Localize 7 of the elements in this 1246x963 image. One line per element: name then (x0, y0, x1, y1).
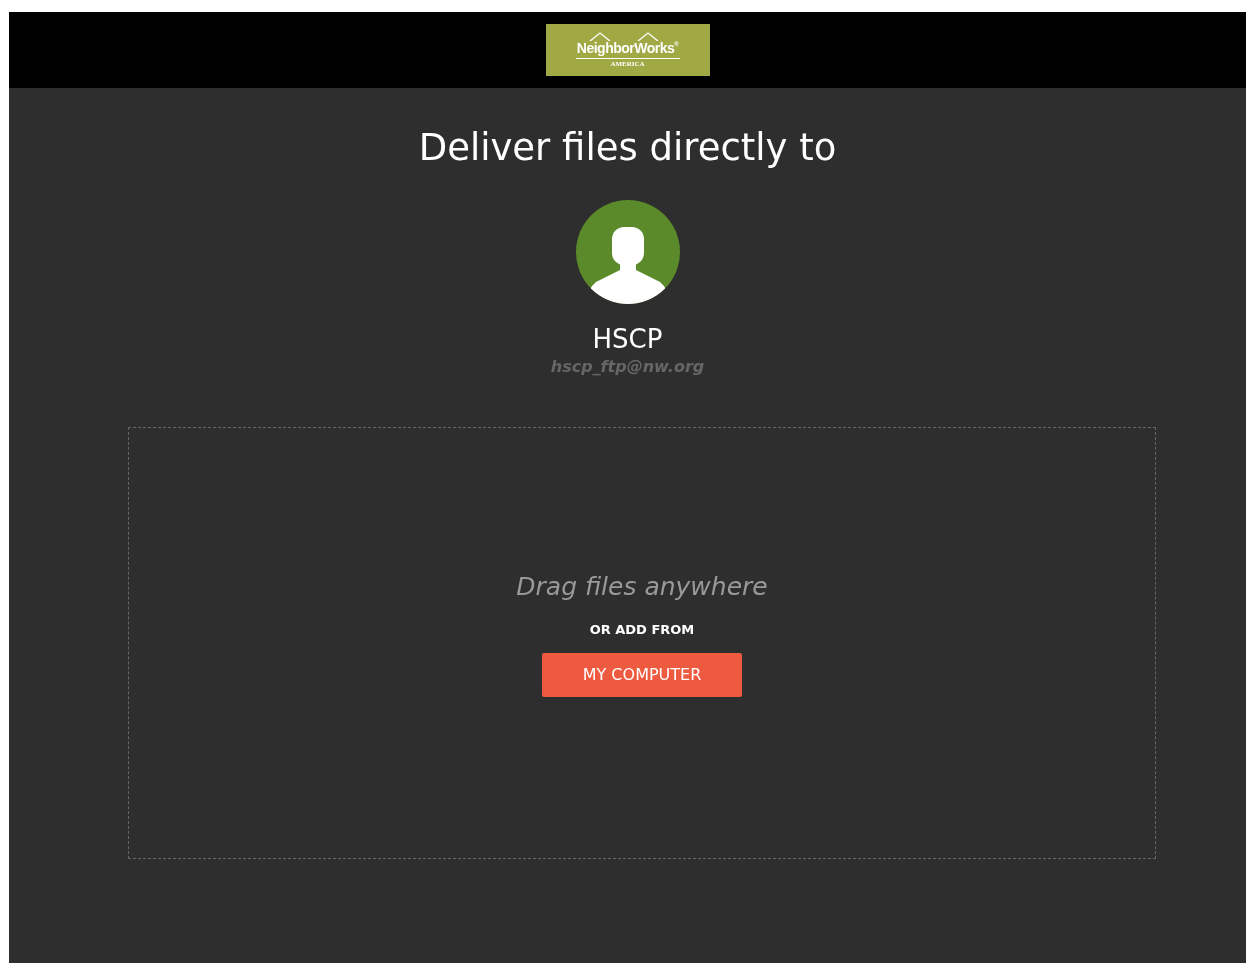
avatar-icon (575, 199, 680, 304)
or-add-from-label: OR ADD FROM (589, 620, 695, 639)
recipient-name: HSCP (592, 323, 663, 355)
drop-zone[interactable]: Drag files anywhere OR ADD FROM MY COMPUTER (128, 426, 1156, 859)
recipient-email: hscp_ftp@nw.org (550, 355, 705, 378)
page-title: Deliver files directly to (418, 125, 837, 171)
drop-hint: Drag files anywhere (516, 571, 768, 604)
